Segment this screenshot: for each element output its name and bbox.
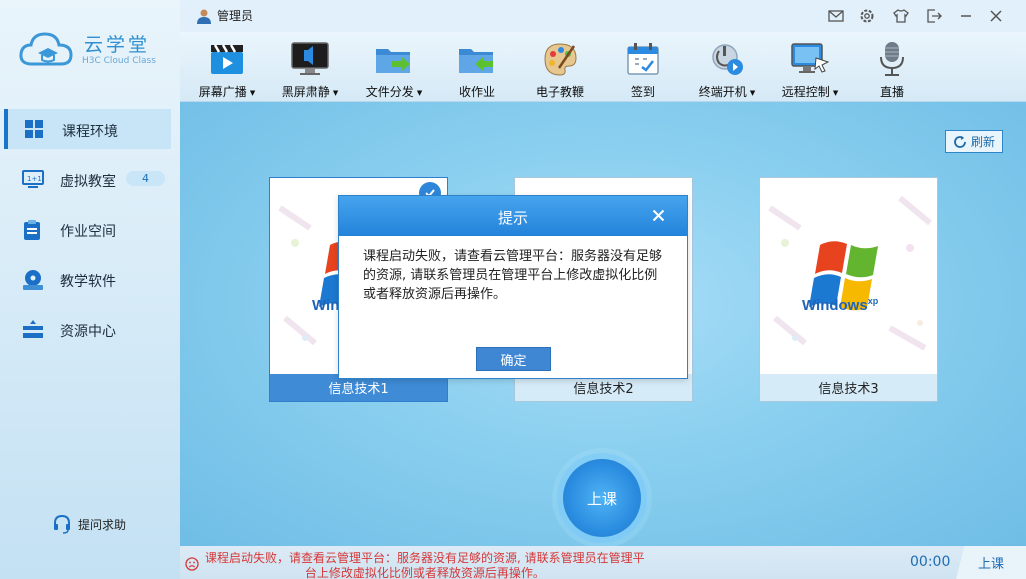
status-bar: 课程启动失败，请查看云管理平台：服务器没有足够的资源, 请联系管理员在管理平 台… bbox=[180, 546, 1026, 579]
microphone-icon bbox=[872, 39, 912, 79]
clipboard-icon bbox=[22, 219, 44, 240]
headset-icon bbox=[54, 514, 70, 534]
user-avatar-icon bbox=[197, 9, 211, 24]
classroom-count-badge: 4 bbox=[126, 171, 165, 186]
shirt-icon bbox=[893, 9, 909, 23]
sidebar-item-resource-center[interactable]: 资源中心 bbox=[0, 309, 180, 349]
dialog-overlay: 提示 课程启动失败，请查看云管理平台：服务器没有足够的资源, 请联系管理员在管理… bbox=[180, 102, 1026, 546]
status-start-class-button[interactable]: 上课 bbox=[956, 546, 1026, 579]
toolbar-collect-homework[interactable]: 收作业 bbox=[442, 32, 512, 102]
dialog-message: 课程启动失败，请查看云管理平台：服务器没有足够的资源, 请联系管理员在管理平台上… bbox=[363, 249, 663, 302]
alert-dialog: 提示 课程启动失败，请查看云管理平台：服务器没有足够的资源, 请联系管理员在管理… bbox=[338, 195, 688, 379]
virtual-classroom-icon: 1+1 bbox=[22, 169, 44, 189]
dialog-title: 提示 bbox=[497, 209, 528, 227]
toolbar-label: 直播 bbox=[879, 85, 904, 99]
dropdown-arrow-icon: ▼ bbox=[749, 88, 756, 97]
palette-icon bbox=[540, 39, 580, 79]
logout-button[interactable] bbox=[924, 6, 944, 26]
minimize-icon bbox=[961, 15, 971, 17]
gear-icon bbox=[860, 9, 874, 23]
status-error-message: 课程启动失败，请查看云管理平台：服务器没有足够的资源, 请联系管理员在管理平 台… bbox=[185, 551, 655, 579]
minimize-button[interactable] bbox=[956, 6, 976, 26]
sidebar-item-label: 作业空间 bbox=[60, 224, 116, 240]
help-label: 提问求助 bbox=[78, 517, 127, 532]
settings-button[interactable] bbox=[857, 6, 877, 26]
calendar-check-icon bbox=[623, 39, 663, 79]
status-error-line2: 台上修改虚拟化比例或者释放资源后再操作。 bbox=[304, 566, 545, 579]
toolbar-label: 收作业 bbox=[458, 85, 495, 99]
power-on-icon bbox=[707, 39, 747, 79]
toolbar-label: 文件分发 bbox=[365, 85, 414, 99]
app-window: 云学堂 H3C Cloud Class 课程环境 1+1 虚拟教室 4 作业空间 bbox=[0, 0, 1026, 579]
toolbar-check-in[interactable]: 签到 bbox=[608, 32, 678, 102]
dialog-close-button[interactable] bbox=[647, 204, 669, 226]
toolbar-e-pointer[interactable]: 电子教鞭 bbox=[525, 32, 595, 102]
sidebar-item-label: 课程环境 bbox=[62, 124, 118, 140]
windows-icon bbox=[24, 119, 46, 139]
dialog-header: 提示 bbox=[339, 196, 687, 236]
folder-send-icon bbox=[374, 39, 414, 79]
app-name: 云学堂 bbox=[84, 34, 151, 56]
toolbar-label: 电子教鞭 bbox=[535, 85, 584, 99]
sidebar-item-teaching-software[interactable]: 教学软件 bbox=[0, 259, 180, 299]
sidebar-item-label: 教学软件 bbox=[60, 274, 116, 290]
sidebar: 云学堂 H3C Cloud Class 课程环境 1+1 虚拟教室 4 作业空间 bbox=[0, 0, 180, 579]
toolbar-screen-broadcast[interactable]: 屏幕广播 ▼ bbox=[192, 32, 262, 102]
help-button[interactable]: 提问求助 bbox=[52, 514, 126, 534]
clapperboard-icon bbox=[207, 39, 247, 79]
toolbar-label: 终端开机 bbox=[698, 85, 747, 99]
status-start-class-label: 上课 bbox=[977, 557, 1004, 572]
toolbar-label: 屏幕广播 bbox=[198, 85, 247, 99]
sidebar-item-homework-space[interactable]: 作业空间 bbox=[0, 209, 180, 249]
close-icon bbox=[652, 209, 664, 221]
dropdown-arrow-icon: ▼ bbox=[416, 88, 423, 97]
resource-icon bbox=[22, 319, 44, 339]
toolbar-black-screen[interactable]: 黑屏肃静 ▼ bbox=[275, 32, 345, 102]
user-info[interactable]: 管理员 bbox=[196, 7, 253, 24]
mail-icon bbox=[828, 10, 844, 22]
toolbar-live[interactable]: 直播 bbox=[857, 32, 927, 102]
logo: 云学堂 H3C Cloud Class bbox=[18, 24, 168, 74]
skin-button[interactable] bbox=[891, 6, 911, 26]
sidebar-item-label: 虚拟教室 bbox=[60, 174, 116, 190]
dialog-ok-button[interactable]: 确定 bbox=[476, 347, 551, 371]
user-name: 管理员 bbox=[217, 9, 254, 23]
remote-monitor-icon bbox=[790, 39, 830, 79]
software-disc-icon bbox=[22, 269, 44, 290]
black-screen-icon bbox=[290, 39, 330, 79]
toolbar-remote-control[interactable]: 远程控制 ▼ bbox=[775, 32, 845, 102]
toolbar: 屏幕广播 ▼ 黑屏肃静 ▼ 文件分发 ▼ 收作业 电子教鞭 签到 终端开机 ▼ … bbox=[180, 32, 1026, 102]
folder-receive-icon bbox=[457, 39, 497, 79]
toolbar-terminal-power-on[interactable]: 终端开机 ▼ bbox=[692, 32, 762, 102]
sidebar-item-label: 资源中心 bbox=[60, 324, 116, 340]
close-icon bbox=[990, 10, 1002, 22]
app-name-en: H3C Cloud Class bbox=[82, 56, 156, 66]
toolbar-label: 远程控制 bbox=[781, 85, 830, 99]
svg-text:1+1: 1+1 bbox=[27, 175, 42, 183]
toolbar-label: 黑屏肃静 bbox=[281, 85, 330, 99]
status-error-line1: 课程启动失败，请查看云管理平台：服务器没有足够的资源, 请联系管理员在管理平 bbox=[205, 551, 645, 565]
close-button[interactable] bbox=[986, 6, 1006, 26]
dropdown-arrow-icon: ▼ bbox=[332, 88, 339, 97]
title-bar: 管理员 bbox=[180, 0, 1026, 32]
sidebar-item-course-env[interactable]: 课程环境 bbox=[4, 109, 171, 149]
sidebar-item-virtual-classroom[interactable]: 1+1 虚拟教室 4 bbox=[0, 159, 180, 199]
sad-face-icon bbox=[185, 557, 199, 571]
logout-icon bbox=[927, 9, 942, 23]
class-timer: 00:00 bbox=[910, 554, 951, 570]
cloud-logo-icon bbox=[19, 32, 73, 66]
dropdown-arrow-icon: ▼ bbox=[832, 88, 839, 97]
dropdown-arrow-icon: ▼ bbox=[249, 88, 256, 97]
message-button[interactable] bbox=[826, 6, 846, 26]
toolbar-label: 签到 bbox=[630, 85, 655, 99]
toolbar-file-distribution[interactable]: 文件分发 ▼ bbox=[359, 32, 429, 102]
